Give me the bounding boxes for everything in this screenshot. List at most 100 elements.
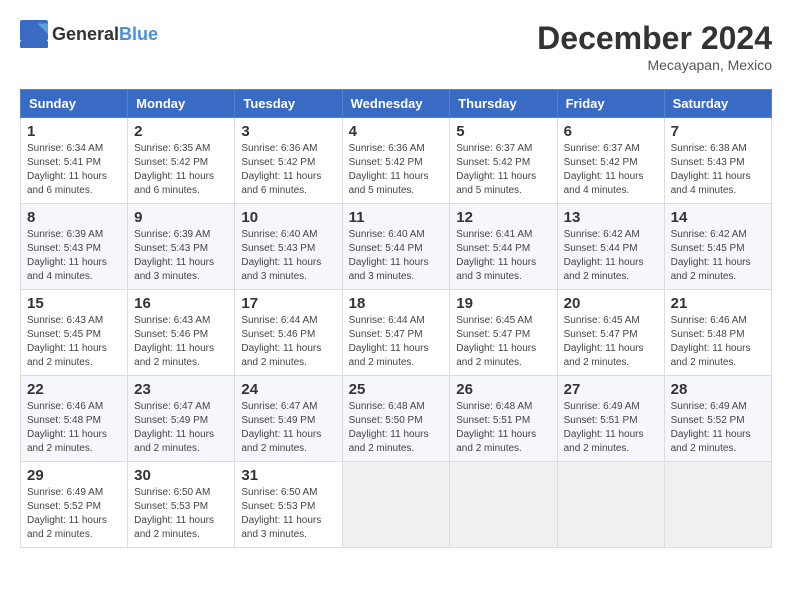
header-thursday: Thursday	[450, 90, 557, 118]
calendar-cell	[450, 462, 557, 548]
calendar-cell	[557, 462, 664, 548]
day-info: Sunrise: 6:37 AM Sunset: 5:42 PM Dayligh…	[456, 142, 550, 198]
day-number: 6	[564, 123, 658, 140]
calendar-cell: 7 Sunrise: 6:38 AM Sunset: 5:43 PM Daylig…	[664, 118, 771, 204]
header-wednesday: Wednesday	[342, 90, 450, 118]
day-info: Sunrise: 6:50 AM Sunset: 5:53 PM Dayligh…	[241, 486, 335, 542]
day-number: 22	[27, 381, 121, 398]
day-number: 11	[349, 209, 444, 226]
day-number: 19	[456, 295, 550, 312]
calendar-cell	[342, 462, 450, 548]
header-sunday: Sunday	[21, 90, 128, 118]
day-number: 9	[134, 209, 228, 226]
day-number: 16	[134, 295, 228, 312]
day-number: 1	[27, 123, 121, 140]
day-info: Sunrise: 6:49 AM Sunset: 5:52 PM Dayligh…	[27, 486, 121, 542]
calendar-cell: 26 Sunrise: 6:48 AM Sunset: 5:51 PM Dayli…	[450, 376, 557, 462]
header: General Blue December 2024 Mecayapan, Me…	[20, 20, 772, 73]
day-number: 3	[241, 123, 335, 140]
day-info: Sunrise: 6:36 AM Sunset: 5:42 PM Dayligh…	[349, 142, 444, 198]
day-info: Sunrise: 6:50 AM Sunset: 5:53 PM Dayligh…	[134, 486, 228, 542]
calendar-cell: 9Sunrise: 6:39 AM Sunset: 5:43 PM Daylig…	[128, 204, 235, 290]
logo-text-general: General	[52, 24, 119, 45]
calendar-cell: 24 Sunrise: 6:47 AM Sunset: 5:49 PM Dayli…	[235, 376, 342, 462]
logo-icon	[20, 20, 48, 48]
day-number: 13	[564, 209, 658, 226]
day-number: 26	[456, 381, 550, 398]
calendar-cell: 11Sunrise: 6:40 AM Sunset: 5:44 PM Dayli…	[342, 204, 450, 290]
calendar-cell: 5 Sunrise: 6:37 AM Sunset: 5:42 PM Daylig…	[450, 118, 557, 204]
day-info: Sunrise: 6:41 AM Sunset: 5:44 PM Dayligh…	[456, 228, 550, 284]
day-info: Sunrise: 6:46 AM Sunset: 5:48 PM Dayligh…	[27, 400, 121, 456]
calendar-cell: 8 Sunrise: 6:39 AM Sunset: 5:43 PM Daylig…	[21, 204, 128, 290]
day-number: 10	[241, 209, 335, 226]
day-info: Sunrise: 6:49 AM Sunset: 5:51 PM Dayligh…	[564, 400, 658, 456]
title-area: December 2024 Mecayapan, Mexico	[537, 20, 772, 73]
calendar-cell: 27 Sunrise: 6:49 AM Sunset: 5:51 PM Dayli…	[557, 376, 664, 462]
calendar-cell: 31 Sunrise: 6:50 AM Sunset: 5:53 PM Dayli…	[235, 462, 342, 548]
calendar-cell: 14 Sunrise: 6:42 AM Sunset: 5:45 PM Dayli…	[664, 204, 771, 290]
calendar-cell: 10Sunrise: 6:40 AM Sunset: 5:43 PM Dayli…	[235, 204, 342, 290]
day-info: Sunrise: 6:38 AM Sunset: 5:43 PM Dayligh…	[671, 142, 765, 198]
day-info: Sunrise: 6:42 AM Sunset: 5:44 PM Dayligh…	[564, 228, 658, 284]
day-number: 20	[564, 295, 658, 312]
header-saturday: Saturday	[664, 90, 771, 118]
header-friday: Friday	[557, 90, 664, 118]
day-info: Sunrise: 6:37 AM Sunset: 5:42 PM Dayligh…	[564, 142, 658, 198]
day-number: 4	[349, 123, 444, 140]
calendar-cell: 22 Sunrise: 6:46 AM Sunset: 5:48 PM Dayli…	[21, 376, 128, 462]
header-monday: Monday	[128, 90, 235, 118]
calendar-cell: 4 Sunrise: 6:36 AM Sunset: 5:42 PM Daylig…	[342, 118, 450, 204]
calendar-cell: 13 Sunrise: 6:42 AM Sunset: 5:44 PM Dayli…	[557, 204, 664, 290]
day-number: 7	[671, 123, 765, 140]
week-row-3: 15 Sunrise: 6:43 AM Sunset: 5:45 PM Dayli…	[21, 290, 772, 376]
day-number: 30	[134, 467, 228, 484]
day-info: Sunrise: 6:49 AM Sunset: 5:52 PM Dayligh…	[671, 400, 765, 456]
day-number: 17	[241, 295, 335, 312]
day-info: Sunrise: 6:43 AM Sunset: 5:45 PM Dayligh…	[27, 314, 121, 370]
day-info: Sunrise: 6:42 AM Sunset: 5:45 PM Dayligh…	[671, 228, 765, 284]
logo: General Blue	[20, 20, 158, 48]
day-info: Sunrise: 6:47 AM Sunset: 5:49 PM Dayligh…	[134, 400, 228, 456]
calendar-cell: 6 Sunrise: 6:37 AM Sunset: 5:42 PM Daylig…	[557, 118, 664, 204]
calendar-cell: 12 Sunrise: 6:41 AM Sunset: 5:44 PM Dayli…	[450, 204, 557, 290]
day-info: Sunrise: 6:36 AM Sunset: 5:42 PM Dayligh…	[241, 142, 335, 198]
day-number: 5	[456, 123, 550, 140]
week-row-2: 8 Sunrise: 6:39 AM Sunset: 5:43 PM Daylig…	[21, 204, 772, 290]
day-info: Sunrise: 6:47 AM Sunset: 5:49 PM Dayligh…	[241, 400, 335, 456]
day-number: 27	[564, 381, 658, 398]
day-number: 23	[134, 381, 228, 398]
calendar-cell	[664, 462, 771, 548]
calendar-cell: 16Sunrise: 6:43 AM Sunset: 5:46 PM Dayli…	[128, 290, 235, 376]
week-row-1: 1 Sunrise: 6:34 AM Sunset: 5:41 PM Daylig…	[21, 118, 772, 204]
calendar-cell: 19 Sunrise: 6:45 AM Sunset: 5:47 PM Dayli…	[450, 290, 557, 376]
calendar-cell: 15 Sunrise: 6:43 AM Sunset: 5:45 PM Dayli…	[21, 290, 128, 376]
day-number: 24	[241, 381, 335, 398]
day-info: Sunrise: 6:34 AM Sunset: 5:41 PM Dayligh…	[27, 142, 121, 198]
calendar-cell: 30 Sunrise: 6:50 AM Sunset: 5:53 PM Dayli…	[128, 462, 235, 548]
day-info: Sunrise: 6:45 AM Sunset: 5:47 PM Dayligh…	[456, 314, 550, 370]
location: Mecayapan, Mexico	[537, 57, 772, 73]
calendar-cell: 2Sunrise: 6:35 AM Sunset: 5:42 PM Daylig…	[128, 118, 235, 204]
day-number: 12	[456, 209, 550, 226]
day-info: Sunrise: 6:46 AM Sunset: 5:48 PM Dayligh…	[671, 314, 765, 370]
day-number: 14	[671, 209, 765, 226]
calendar-cell: 1 Sunrise: 6:34 AM Sunset: 5:41 PM Daylig…	[21, 118, 128, 204]
month-title: December 2024	[537, 20, 772, 57]
day-info: Sunrise: 6:48 AM Sunset: 5:50 PM Dayligh…	[349, 400, 444, 456]
day-number: 8	[27, 209, 121, 226]
day-info: Sunrise: 6:35 AM Sunset: 5:42 PM Dayligh…	[134, 142, 228, 198]
day-info: Sunrise: 6:39 AM Sunset: 5:43 PM Dayligh…	[27, 228, 121, 284]
logo-text-blue: Blue	[119, 24, 158, 45]
calendar-header-row: SundayMondayTuesdayWednesdayThursdayFrid…	[21, 90, 772, 118]
day-number: 15	[27, 295, 121, 312]
calendar-cell: 21 Sunrise: 6:46 AM Sunset: 5:48 PM Dayli…	[664, 290, 771, 376]
day-number: 31	[241, 467, 335, 484]
day-info: Sunrise: 6:48 AM Sunset: 5:51 PM Dayligh…	[456, 400, 550, 456]
calendar-cell: 23 Sunrise: 6:47 AM Sunset: 5:49 PM Dayli…	[128, 376, 235, 462]
calendar-cell: 25Sunrise: 6:48 AM Sunset: 5:50 PM Dayli…	[342, 376, 450, 462]
day-number: 21	[671, 295, 765, 312]
week-row-5: 29Sunrise: 6:49 AM Sunset: 5:52 PM Dayli…	[21, 462, 772, 548]
day-number: 18	[349, 295, 444, 312]
day-info: Sunrise: 6:44 AM Sunset: 5:47 PM Dayligh…	[349, 314, 444, 370]
